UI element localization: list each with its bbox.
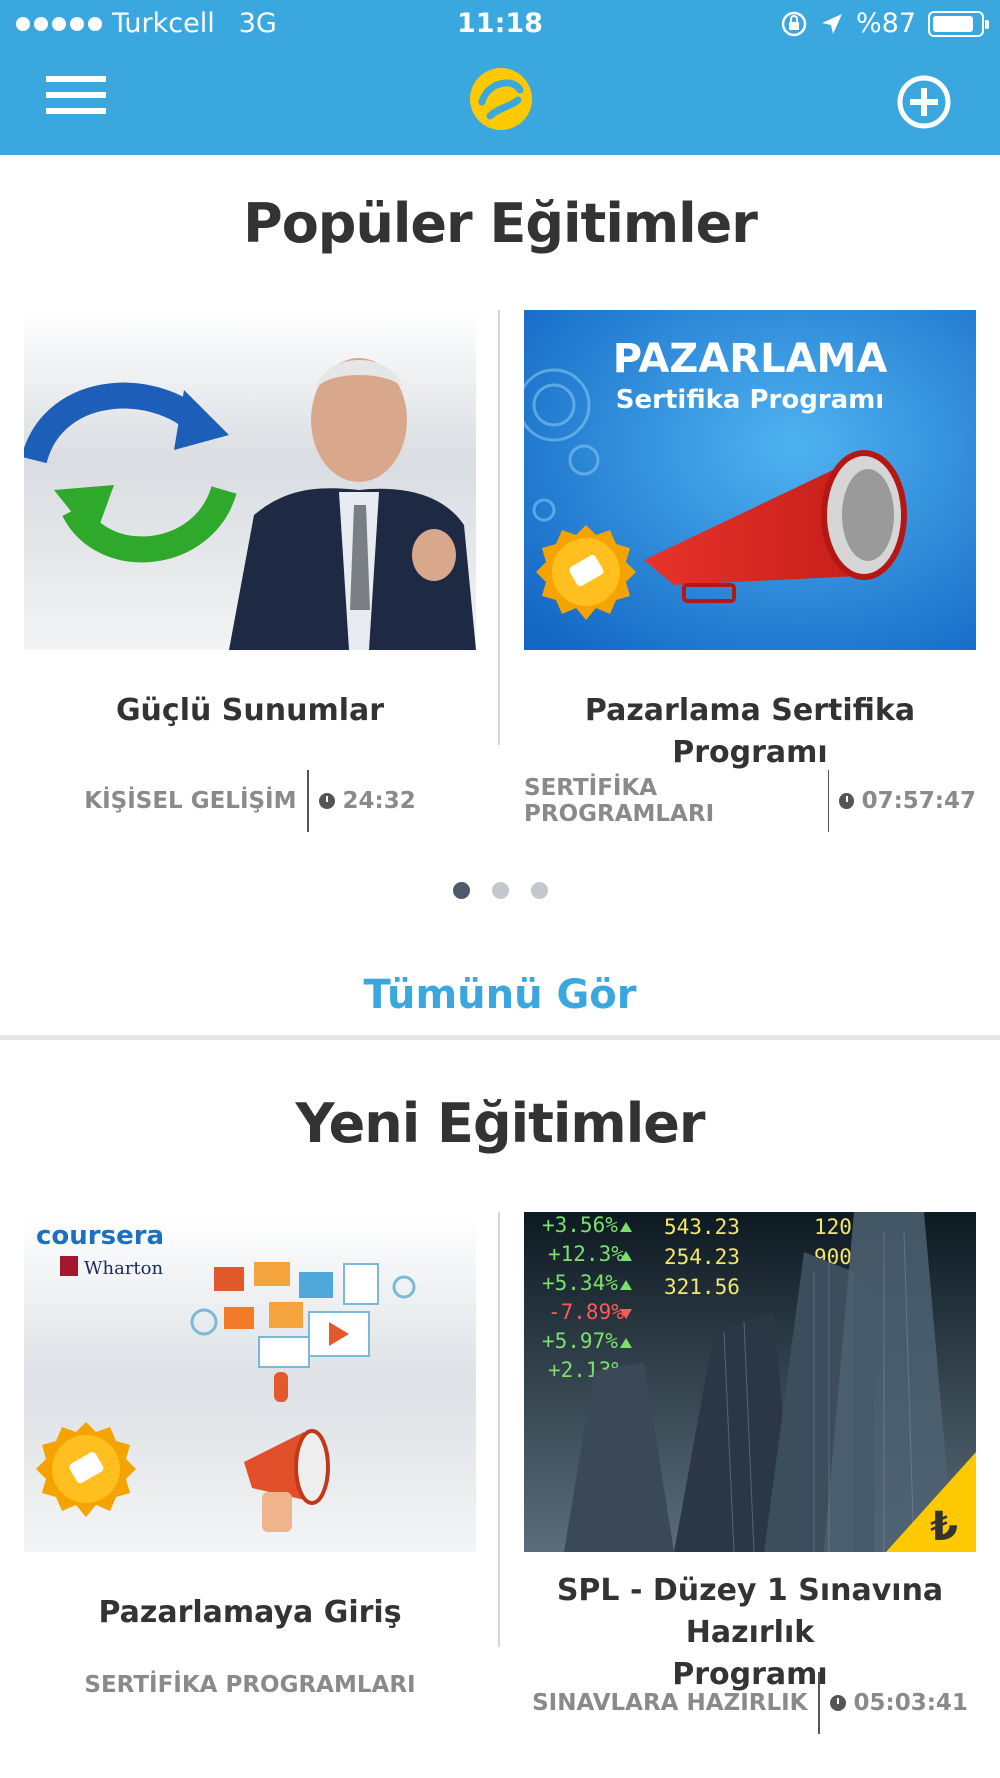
ticker-change: +12.3%	[548, 1242, 624, 1266]
course-category: KİŞİSEL GELİŞİM	[84, 788, 297, 814]
course-thumbnail: +3.56% +12.3% +5.34% -7.89% +5.97% +2.13% 543…	[524, 1212, 976, 1552]
app-header: Turkcell 3G 11:18 %87	[0, 0, 1000, 155]
add-button[interactable]	[896, 74, 952, 130]
banner-headline: PAZARLAMA	[613, 336, 888, 382]
carousel-dot-1[interactable]	[452, 882, 470, 899]
course-thumbnail: coursera Wharton	[24, 1212, 476, 1552]
course-thumbnail: PAZARLAMA Sertifika Programı	[524, 310, 976, 650]
course-category: SERTİFİKA PROGRAMLARI	[84, 1672, 416, 1698]
ticker-price: 254.23	[664, 1245, 740, 1269]
ticker-price: 543.23	[664, 1215, 740, 1239]
ticker-change: -7.89%	[548, 1300, 624, 1324]
ticker-change: +3.56%	[542, 1213, 618, 1237]
course-title: Güçlü Sunumlar	[115, 693, 385, 728]
course-title: Pazarlamaya Giriş	[98, 1595, 402, 1630]
popular-card-guclu-sunumlar[interactable]: Güçlü Sunumlar KİŞİSEL GELİŞİM 24:32	[24, 310, 476, 832]
meta-divider	[306, 770, 309, 832]
course-title-line-1: SPL - Düzey 1 Sınavına Hazırlık	[556, 1573, 944, 1650]
clock-icon	[318, 793, 335, 809]
popular-card-pazarlama[interactable]: PAZARLAMA Sertifika Programı Pazarlama S…	[524, 310, 976, 832]
meta-divider	[817, 1672, 820, 1734]
card-divider	[498, 310, 500, 745]
new-card-pazarlamaya-giris[interactable]: coursera Wharton Pazarlamaya Giriş SERTİ…	[24, 1212, 476, 1698]
ticker-change: +5.34%	[542, 1271, 618, 1295]
orientation-lock-icon	[781, 11, 807, 36]
hamburger-menu-button[interactable]	[46, 76, 108, 118]
card-divider	[498, 1212, 500, 1647]
carousel-pager	[0, 882, 1000, 899]
carousel-dot-3[interactable]	[530, 882, 548, 899]
clock-icon	[839, 793, 854, 809]
battery-icon	[928, 10, 989, 37]
see-all-link[interactable]: Tümünü Gör	[0, 972, 1000, 1018]
course-title: Pazarlama Sertifika Programı	[584, 693, 916, 770]
turkcell-logo-icon	[470, 68, 532, 130]
lira-icon: ₺	[930, 1504, 958, 1550]
banner-subline: Sertifika Programı	[616, 385, 884, 415]
ticker-change: +5.97%	[542, 1329, 618, 1353]
clock-icon	[829, 1695, 846, 1711]
course-category: SERTİFİKA PROGRAMLARI	[524, 775, 715, 827]
course-category: SINAVLARA HAZIRLIK	[532, 1690, 808, 1716]
meta-divider	[827, 770, 830, 832]
wharton-logo: Wharton	[84, 1258, 164, 1279]
section-divider	[0, 1035, 1000, 1040]
course-duration: 24:32	[342, 788, 416, 814]
ticker-price: 120	[814, 1215, 852, 1239]
ticker-price: 321.56	[664, 1275, 740, 1299]
battery-percentage: %87	[855, 8, 916, 39]
course-thumbnail	[24, 310, 476, 650]
popular-section-title: Popüler Eğitimler	[243, 192, 758, 255]
carousel-dot-2[interactable]	[491, 882, 509, 899]
new-section-title: Yeni Eğitimler	[295, 1092, 706, 1155]
location-arrow-icon	[821, 13, 842, 34]
status-bar: Turkcell 3G 11:18 %87	[0, 0, 1000, 50]
coursera-logo: coursera	[36, 1221, 164, 1251]
course-duration: 05:03:41	[853, 1690, 968, 1716]
new-card-spl-duzey-1[interactable]: +3.56% +12.3% +5.34% -7.89% +5.97% +2.13% 543…	[524, 1212, 976, 1734]
course-duration: 07:57:47	[861, 788, 976, 814]
